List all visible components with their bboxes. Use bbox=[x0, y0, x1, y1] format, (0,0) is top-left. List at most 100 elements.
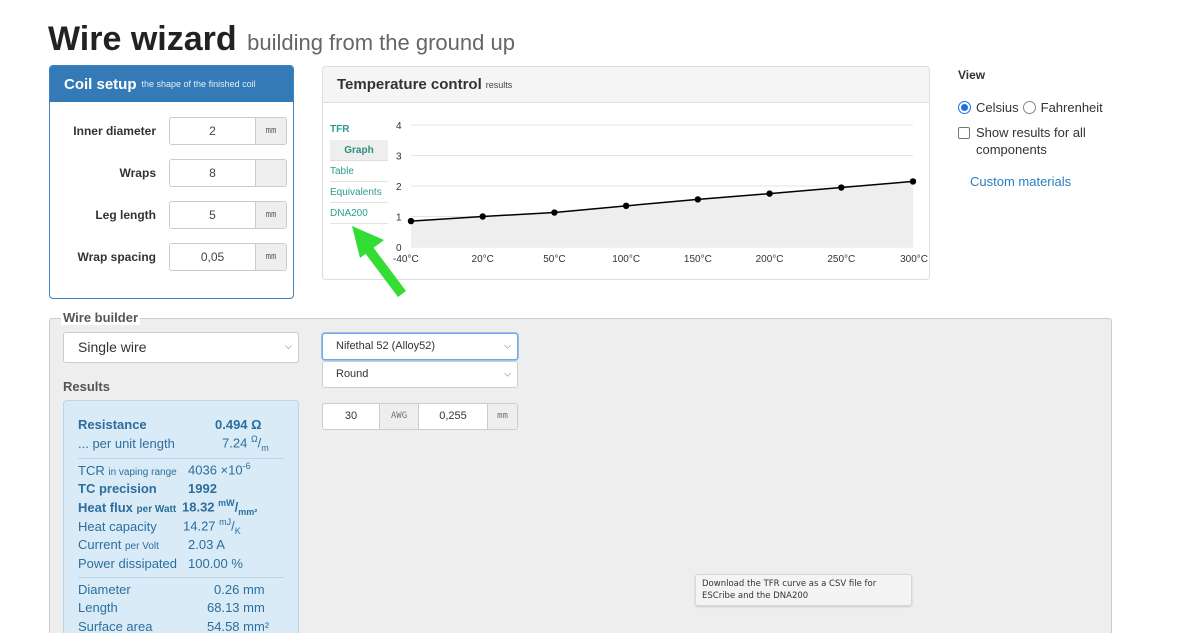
profile-select[interactable]: Round ⌵ bbox=[322, 361, 518, 388]
resistance-value: 0.494 Ω bbox=[215, 417, 262, 432]
tcr-exponent: -6 bbox=[242, 461, 251, 471]
x-tick-label: 20°C bbox=[472, 254, 494, 265]
results-separator bbox=[78, 458, 284, 459]
wraps-row: Wraps 8 bbox=[50, 159, 293, 187]
wrap-spacing-label: Wrap spacing bbox=[77, 250, 156, 264]
temperature-control-header: Temperature control results bbox=[323, 67, 929, 103]
per-length-unit-den: m bbox=[261, 442, 269, 453]
heat-flux-unit-den: mm² bbox=[238, 506, 258, 517]
unit-radio-group: Celsius Fahrenheit bbox=[958, 100, 1158, 115]
heat-flux-unit-num: mW bbox=[218, 498, 235, 508]
annotation-arrow bbox=[352, 226, 406, 297]
wire-diameter-unit: mm bbox=[487, 403, 518, 430]
heat-flux-number: 18.32 bbox=[182, 499, 215, 515]
x-tick-label: 200°C bbox=[756, 254, 784, 265]
show-all-components-checkbox[interactable] bbox=[958, 127, 970, 139]
tab-equivalents[interactable]: Equivalents bbox=[330, 182, 388, 203]
x-tick-label: 250°C bbox=[827, 254, 855, 265]
wraps-label: Wraps bbox=[119, 166, 156, 180]
chevron-down-icon: ⌵ bbox=[504, 339, 511, 350]
show-all-components-label[interactable]: Show results for all components bbox=[976, 124, 1111, 158]
awg-input[interactable]: 30 bbox=[322, 403, 380, 430]
current-label-small: per Volt bbox=[124, 541, 159, 552]
surface-area-label: Surface area bbox=[78, 619, 153, 633]
x-tick-label: 300°C bbox=[900, 254, 928, 265]
wraps-input[interactable]: 8 bbox=[169, 159, 256, 187]
wrap-spacing-row: Wrap spacing 0,05 mm bbox=[50, 243, 293, 271]
wire-type-select[interactable]: Single wire ⌵ bbox=[63, 332, 299, 363]
data-point bbox=[766, 190, 773, 197]
celsius-label[interactable]: Celsius bbox=[976, 100, 1019, 115]
fahrenheit-radio[interactable] bbox=[1022, 101, 1036, 114]
tab-table[interactable]: Table bbox=[330, 161, 388, 182]
length-number: 68.13 bbox=[207, 600, 240, 615]
length-value: 68.13 mm bbox=[207, 600, 265, 615]
diameter-label: Diameter bbox=[78, 582, 131, 597]
celsius-radio[interactable] bbox=[958, 101, 971, 114]
custom-materials-link[interactable]: Custom materials bbox=[970, 174, 1158, 189]
diameter-number: 0.26 bbox=[214, 582, 240, 597]
y-tick-label: 3 bbox=[396, 152, 402, 163]
tc-precision-label: TC precision bbox=[78, 481, 157, 496]
tcr-value: 4036 ×10-6 bbox=[188, 461, 251, 477]
current-label: Current per Volt bbox=[78, 537, 159, 552]
tfr-chart: 01234-40°C 20°C 50°C 100°C 150°C 200°C 250°C 30… bbox=[393, 121, 928, 265]
leg-length-row: Leg length 5 mm bbox=[50, 201, 293, 229]
surface-area-value: 54.58 mm² bbox=[207, 619, 269, 633]
surface-area-unit: mm² bbox=[243, 619, 270, 633]
x-tick-label: 50°C bbox=[543, 254, 565, 265]
surface-area-number: 54.58 bbox=[207, 619, 240, 633]
download-tooltip: Download the TFR curve as a CSV file for… bbox=[695, 574, 912, 606]
chevron-down-icon: ⌵ bbox=[285, 340, 292, 351]
tcr-unit: ×10 bbox=[220, 462, 243, 478]
leg-length-unit: mm bbox=[256, 201, 287, 229]
inner-diameter-input[interactable]: 2 bbox=[169, 117, 256, 145]
show-all-components-row: Show results for all components bbox=[958, 124, 1158, 158]
tab-graph[interactable]: Graph bbox=[330, 140, 388, 161]
leg-length-label: Leg length bbox=[95, 208, 156, 222]
data-point bbox=[838, 184, 845, 191]
coil-setup-subtitle: the shape of the finished coil bbox=[141, 79, 256, 89]
resistance-unit: Ω bbox=[251, 417, 262, 432]
view-heading: View bbox=[958, 68, 986, 82]
heat-flux-value: 18.32 mW/mm² bbox=[182, 498, 258, 517]
wraps-unit bbox=[256, 159, 287, 187]
data-point bbox=[479, 213, 486, 220]
results-heading: Results bbox=[63, 379, 110, 394]
leg-length-input[interactable]: 5 bbox=[169, 201, 256, 229]
inner-diameter-row: Inner diameter 2 mm bbox=[50, 117, 293, 145]
diameter-unit: mm bbox=[242, 582, 265, 597]
temperature-control-title: Temperature control bbox=[337, 76, 482, 93]
results-separator bbox=[78, 577, 284, 578]
per-length-unit-num: Ω bbox=[250, 434, 258, 444]
chevron-down-icon: ⌵ bbox=[504, 367, 511, 378]
current-value: 2.03 A bbox=[188, 537, 225, 552]
x-tick-label: 100°C bbox=[612, 254, 640, 265]
profile-value: Round bbox=[336, 368, 369, 380]
power-label: Power dissipated bbox=[78, 556, 177, 571]
data-point bbox=[909, 178, 917, 185]
tc-precision-value: 1992 bbox=[188, 481, 217, 496]
tab-tfr[interactable]: TFR bbox=[330, 119, 388, 140]
current-label-text: Current bbox=[78, 537, 122, 552]
wire-diameter-input[interactable]: 0,255 bbox=[418, 403, 488, 430]
power-unit: % bbox=[231, 556, 243, 571]
fahrenheit-label[interactable]: Fahrenheit bbox=[1041, 100, 1103, 115]
length-label: Length bbox=[78, 600, 118, 615]
length-unit: mm bbox=[243, 600, 265, 615]
heat-capacity-value: 14.27 mJ/K bbox=[183, 517, 241, 536]
per-length-value: 7.24 Ω/m bbox=[222, 434, 269, 453]
inner-diameter-label: Inner diameter bbox=[73, 124, 156, 138]
wire-builder-legend: Wire builder bbox=[61, 310, 141, 325]
diameter-value: 0.26 mm bbox=[214, 582, 265, 597]
wrap-spacing-unit: mm bbox=[256, 243, 287, 271]
per-length-number: 7.24 bbox=[222, 435, 248, 451]
data-point bbox=[694, 196, 702, 203]
tfr-tabs: TFR Graph Table Equivalents DNA200 bbox=[330, 119, 388, 224]
material-select[interactable]: Nifethal 52 (Alloy52) ⌵ bbox=[322, 333, 518, 360]
y-tick-label: 4 bbox=[396, 121, 402, 132]
wrap-spacing-input[interactable]: 0,05 bbox=[169, 243, 256, 271]
app-title: Wire wizard bbox=[48, 20, 237, 58]
awg-unit: AWG bbox=[379, 403, 419, 430]
resistance-label: Resistance bbox=[78, 417, 147, 432]
